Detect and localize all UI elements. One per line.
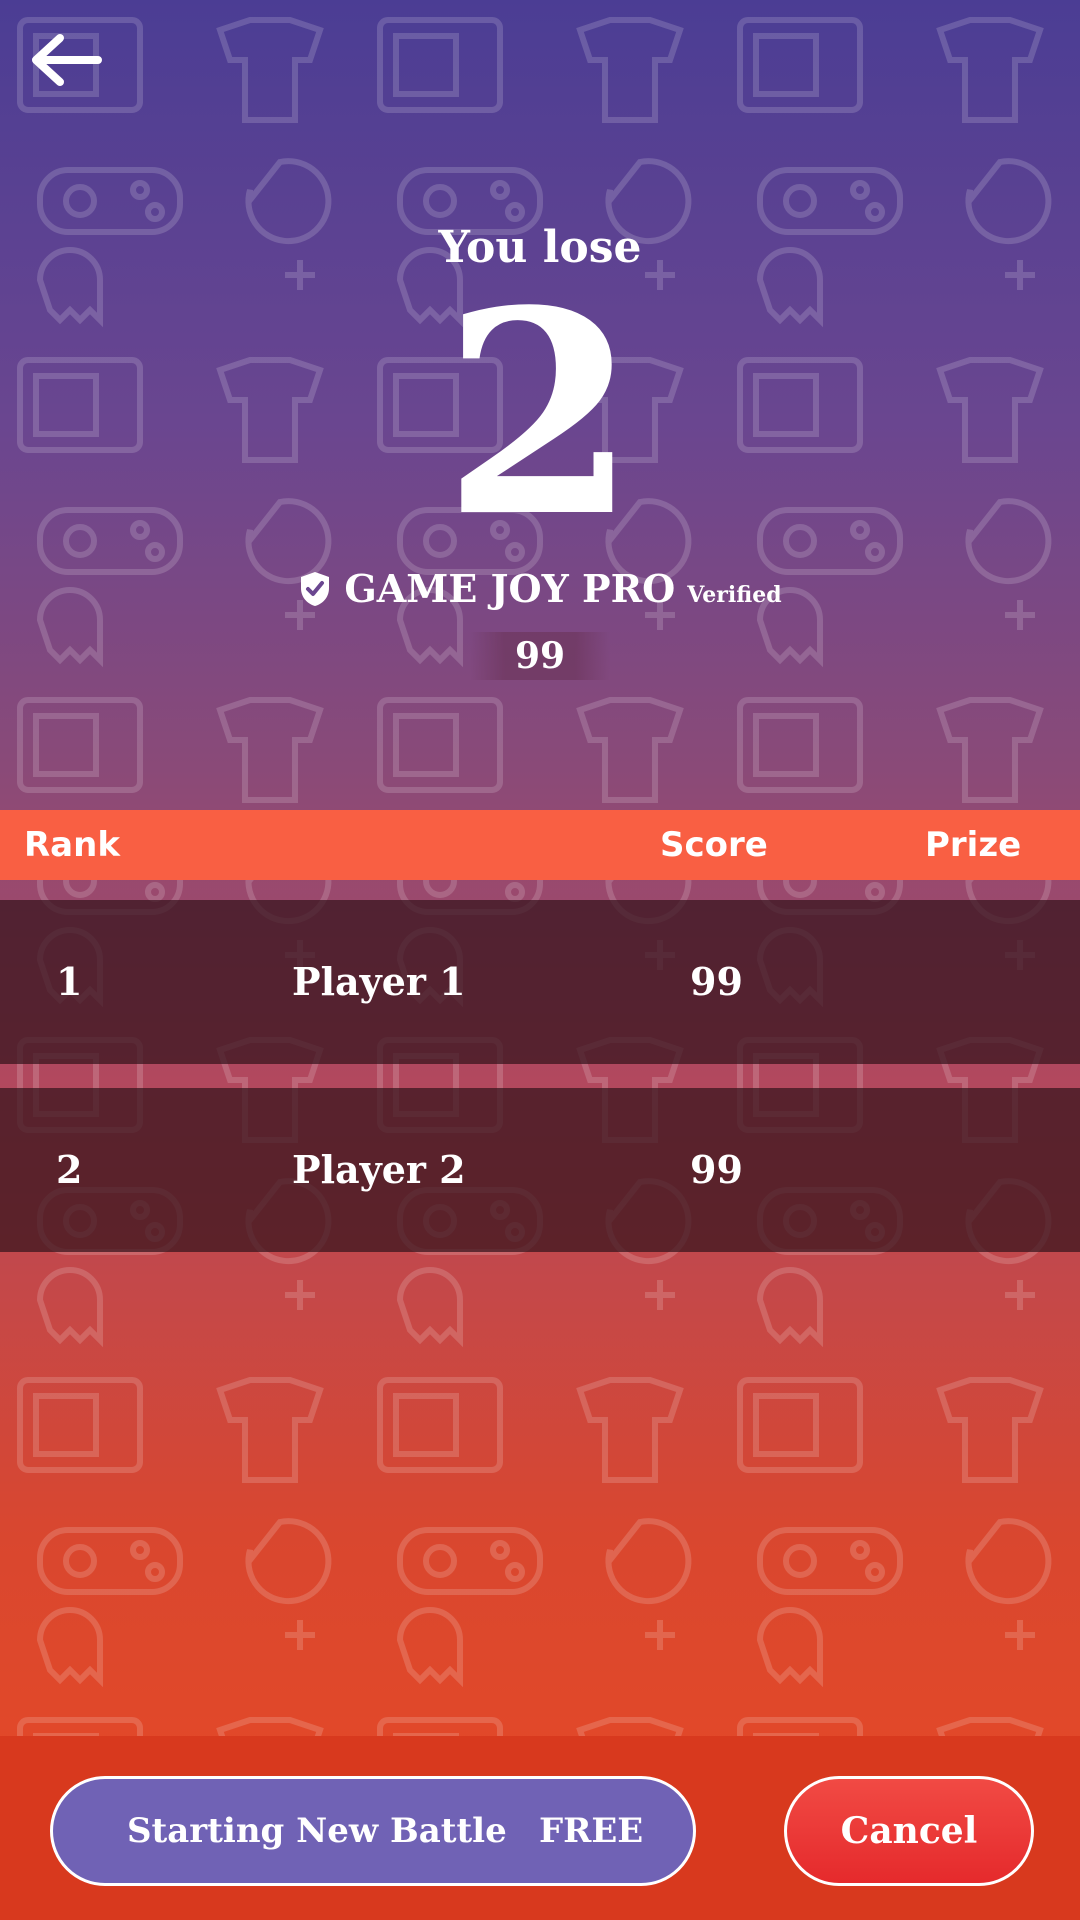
shield-check-icon [301, 571, 330, 606]
arrow-left-icon [32, 34, 102, 86]
start-new-battle-button[interactable]: Starting New Battle FREE [50, 1776, 696, 1886]
new-battle-price: FREE [539, 1811, 644, 1851]
leaderboard-header: Rank Score Prize [0, 810, 1080, 880]
table-row: 2 Player 2 99 [0, 1088, 1080, 1252]
verified-label: Verified [687, 582, 782, 608]
row-player-name: Player 2 [292, 1147, 466, 1192]
column-score: Score [660, 825, 768, 865]
user-info: GAME JOY PRO Verified [0, 566, 1080, 611]
back-button[interactable] [28, 30, 104, 90]
cancel-button[interactable]: Cancel [784, 1776, 1034, 1886]
row-player-name: Player 1 [292, 959, 466, 1004]
column-prize: Prize [925, 825, 1022, 865]
row-score: 99 [690, 1147, 743, 1192]
row-rank: 1 [56, 959, 83, 1004]
table-row: 1 Player 1 99 [0, 900, 1080, 1064]
new-battle-label: Starting New Battle [127, 1811, 507, 1851]
user-name: GAME JOY PRO [344, 566, 676, 611]
row-rank: 2 [56, 1147, 83, 1192]
user-score: 99 [470, 632, 610, 680]
column-rank: Rank [24, 825, 120, 865]
row-score: 99 [690, 959, 743, 1004]
player-rank: 2 [442, 250, 638, 579]
